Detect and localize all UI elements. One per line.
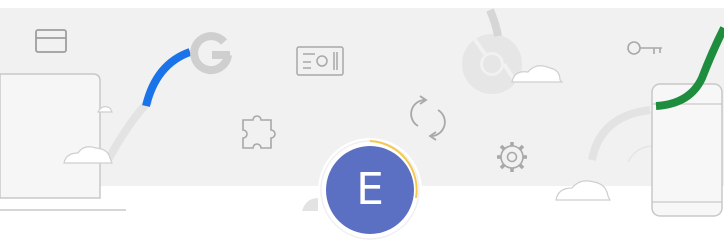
avatar-initial: E [356,164,384,215]
profile-banner: E [0,0,724,243]
profile-avatar[interactable]: E [318,138,422,242]
avatar-circle[interactable]: E [326,146,414,234]
